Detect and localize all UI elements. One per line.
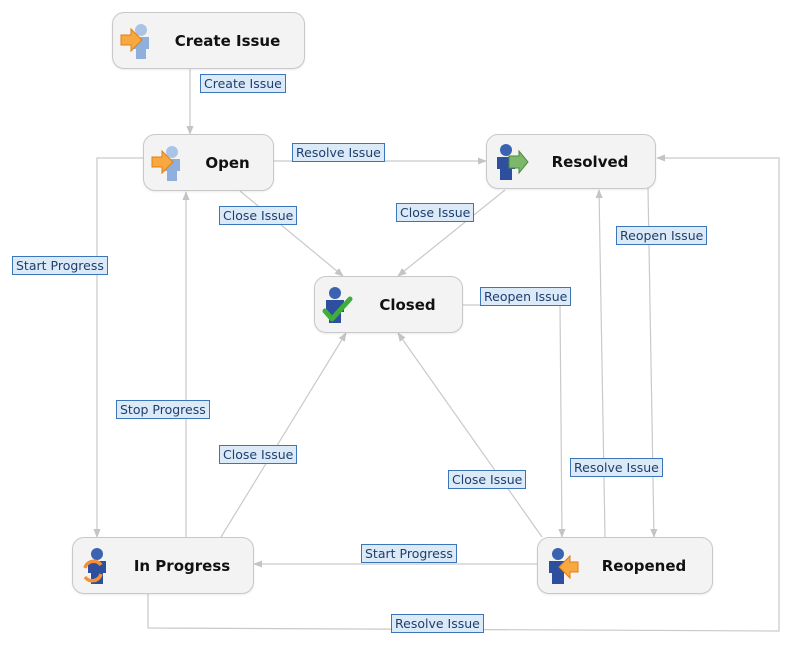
state-label: Reopened: [601, 556, 687, 575]
state-create-issue[interactable]: Create Issue: [112, 12, 305, 69]
state-closed[interactable]: Closed: [314, 276, 463, 333]
state-label: Resolved: [551, 152, 629, 171]
state-open[interactable]: Open: [143, 134, 274, 191]
transition-open-resolve-issue[interactable]: Resolve Issue: [292, 143, 385, 162]
transition-closed-reopen-issue[interactable]: Reopen Issue: [480, 287, 572, 306]
transition-resolved-close-issue[interactable]: Close Issue: [396, 203, 475, 222]
state-label: Create Issue: [174, 31, 281, 50]
edge-closed-to-reopened: [463, 304, 566, 538]
transition-reopened-close-issue[interactable]: Close Issue: [448, 470, 527, 489]
edge-inprogress-to-closed: [220, 332, 347, 538]
transition-open-close-issue[interactable]: Close Issue: [219, 206, 298, 225]
transition-reopened-start-progress[interactable]: Start Progress: [361, 544, 457, 563]
state-label: Closed: [379, 295, 436, 314]
edge-reopened-to-closed: [397, 332, 543, 538]
edge-open-to-inprogress: [93, 157, 144, 538]
transition-inprogress-resolve-issue[interactable]: Resolve Issue: [391, 614, 484, 633]
transition-reopened-resolve-issue[interactable]: Resolve Issue: [570, 458, 663, 477]
transition-inprogress-stop-progress[interactable]: Stop Progress: [116, 400, 210, 419]
state-reopened[interactable]: Reopened: [537, 537, 713, 594]
transition-create-issue[interactable]: Create Issue: [200, 74, 286, 93]
state-label: Open: [205, 153, 250, 172]
state-in-progress[interactable]: In Progress: [72, 537, 254, 594]
transition-inprogress-close-issue[interactable]: Close Issue: [219, 445, 298, 464]
transition-resolved-reopen-issue[interactable]: Reopen Issue: [616, 226, 708, 245]
state-label: In Progress: [133, 556, 231, 575]
transition-open-start-progress[interactable]: Start Progress: [12, 256, 108, 275]
edge-reopened-to-resolved: [595, 189, 606, 538]
edge-open-to-closed: [239, 190, 344, 277]
state-resolved[interactable]: Resolved: [486, 134, 656, 189]
